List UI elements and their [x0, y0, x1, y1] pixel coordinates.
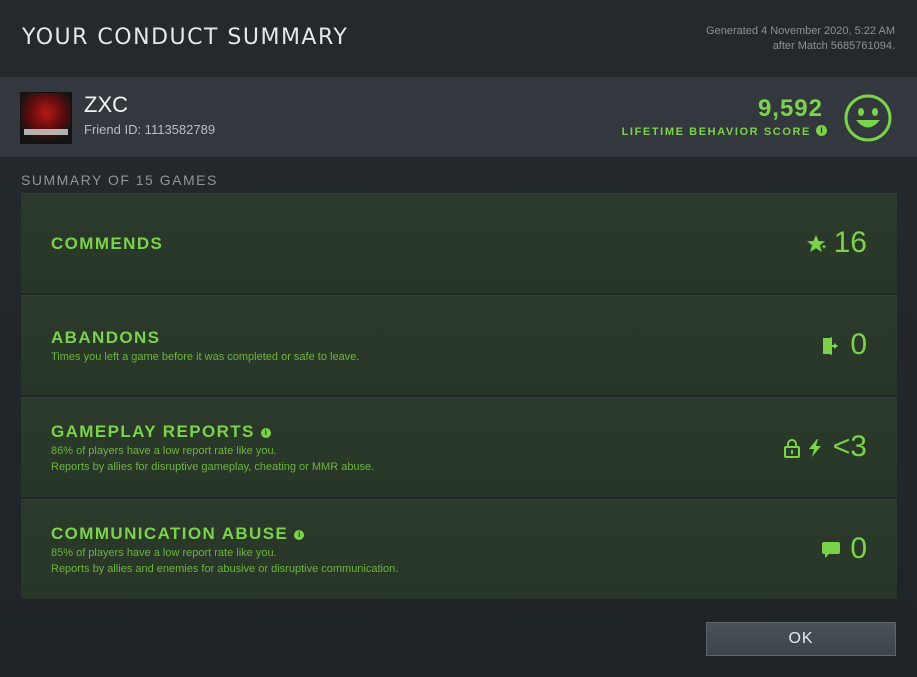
smiley-face-icon — [844, 94, 892, 142]
abandons-card: ABANDONS Times you left a game before it… — [21, 295, 897, 395]
friend-id: Friend ID: 1113582789 — [84, 122, 216, 137]
info-icon[interactable]: i — [816, 125, 827, 136]
generated-match: after Match 5685761094. — [772, 40, 895, 52]
avatar-caption — [24, 129, 68, 135]
abandons-description: Times you left a game before it was comp… — [51, 351, 360, 363]
avatar — [20, 92, 72, 144]
communication-abuse-explainer: Reports by allies and enemies for abusiv… — [51, 563, 399, 575]
exit-door-icon — [823, 337, 838, 355]
info-icon[interactable]: i — [294, 529, 305, 540]
communication-abuse-rate: 85% of players have a low report rate li… — [51, 547, 277, 559]
lock-icon — [784, 439, 800, 458]
gameplay-reports-value: <3 — [832, 430, 867, 463]
page-title: YOUR CONDUCT SUMMARY — [22, 25, 349, 50]
conduct-summary-dialog: YOUR CONDUCT SUMMARY Generated 4 Novembe… — [0, 0, 917, 677]
gameplay-reports-explainer: Reports by allies for disruptive gamepla… — [51, 461, 375, 473]
abandons-title: ABANDONS — [51, 328, 161, 347]
communication-abuse-value: 0 — [850, 532, 867, 565]
profile-bar: ZXC Friend ID: 1113582789 9,592 LIFETIME… — [0, 77, 917, 157]
gameplay-reports-card: GAMEPLAY REPORTS i 86% of players have a … — [21, 397, 897, 497]
communication-abuse-title-text: COMMUNICATION ABUSE — [51, 524, 289, 543]
communication-abuse-card: COMMUNICATION ABUSE i 85% of players have… — [21, 499, 897, 599]
behavior-score-label: LIFETIME BEHAVIOR SCORE — [621, 126, 811, 138]
generated-date: Generated 4 November 2020, 5:22 AM — [706, 25, 895, 37]
info-icon[interactable]: i — [260, 427, 271, 438]
player-name: ZXC — [84, 92, 128, 117]
commends-value: 16 — [833, 226, 867, 259]
communication-abuse-title: COMMUNICATION ABUSE i — [51, 524, 305, 544]
star-plus-icon — [807, 235, 827, 252]
abandons-value: 0 — [850, 328, 867, 361]
behavior-score-value: 9,592 — [757, 95, 823, 122]
header: YOUR CONDUCT SUMMARY Generated 4 Novembe… — [0, 0, 917, 77]
commends-title: COMMENDS — [51, 234, 164, 253]
ok-button[interactable]: OK — [706, 622, 896, 656]
lightning-icon — [809, 439, 821, 457]
gameplay-reports-title: GAMEPLAY REPORTS i — [51, 422, 271, 442]
generated-info: Generated 4 November 2020, 5:22 AM after… — [706, 24, 895, 54]
communication-abuse-description: 85% of players have a low report rate li… — [51, 545, 398, 577]
chat-bubble-icon — [822, 542, 840, 558]
summary-label: SUMMARY OF 15 GAMES — [21, 172, 218, 188]
gameplay-reports-title-text: GAMEPLAY REPORTS — [51, 422, 255, 441]
gameplay-reports-description: 86% of players have a low report rate li… — [51, 443, 374, 475]
commends-card: COMMENDS 16 — [21, 193, 897, 293]
gameplay-reports-rate: 86% of players have a low report rate li… — [51, 445, 277, 457]
